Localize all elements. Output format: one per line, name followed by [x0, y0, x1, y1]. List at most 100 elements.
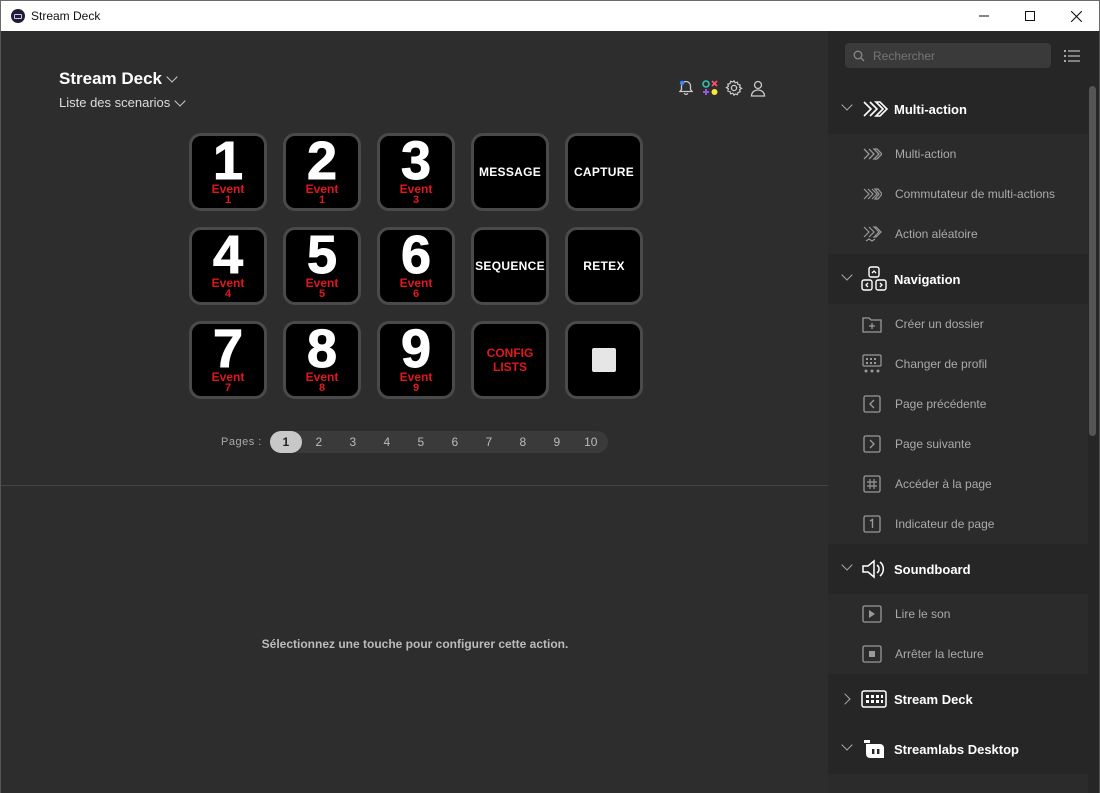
- action-next-page[interactable]: Page suivante: [828, 424, 1088, 464]
- category-label: Multi-action: [894, 101, 967, 117]
- key-sequence[interactable]: SEQUENCE: [471, 227, 549, 305]
- key-event-label: Event: [305, 369, 339, 384]
- page-button-7[interactable]: 7: [472, 431, 506, 453]
- key-5[interactable]: 5 Event 5: [283, 227, 361, 305]
- action-page-indicator[interactable]: Indicateur de page: [828, 504, 1088, 544]
- page-indicator-icon: [862, 514, 882, 534]
- list-view-button[interactable]: [1063, 47, 1081, 65]
- action-streamlabs-partial[interactable]: [828, 774, 1088, 793]
- key-1[interactable]: 1 Event 1: [189, 133, 267, 211]
- action-label: Commutateur de multi-actions: [895, 187, 1056, 201]
- key-capture[interactable]: CAPTURE: [565, 133, 643, 211]
- key-9[interactable]: 9 Event 9: [377, 321, 455, 399]
- action-label: Lire le son: [895, 607, 951, 621]
- profile-grid-icon: [862, 354, 882, 374]
- account-button[interactable]: [749, 79, 767, 97]
- key-7[interactable]: 7 Event 7: [189, 321, 267, 399]
- actions-sidebar: Multi-action Multi-action Commutateur de…: [828, 31, 1100, 793]
- action-switch-profile[interactable]: Changer de profil: [828, 344, 1088, 384]
- page-button-6[interactable]: 6: [438, 431, 472, 453]
- search-box[interactable]: [845, 43, 1051, 68]
- key-event-number: 9: [412, 381, 420, 394]
- key-2[interactable]: 2 Event 1: [283, 133, 361, 211]
- key-4[interactable]: 4 Event 4: [189, 227, 267, 305]
- key-message[interactable]: MESSAGE: [471, 133, 549, 211]
- key-number: 1: [212, 133, 244, 191]
- key-event-label: Event: [399, 275, 433, 290]
- page-button-5[interactable]: 5: [404, 431, 438, 453]
- minimize-button[interactable]: [961, 1, 1007, 31]
- random-action-icon: [862, 224, 882, 244]
- marketplace-button[interactable]: [701, 79, 719, 97]
- category-label: Soundboard: [894, 561, 971, 577]
- key-3[interactable]: 3 Event 3: [377, 133, 455, 211]
- category-streamlabs-desktop[interactable]: Streamlabs Desktop: [828, 725, 1088, 773]
- profile-selector[interactable]: Liste des scenarios: [59, 94, 186, 110]
- page-button-9[interactable]: 9: [540, 431, 574, 453]
- key-number: 5: [306, 227, 338, 285]
- key-config-lists[interactable]: CONFIG LISTS: [471, 321, 549, 399]
- key-6[interactable]: 6 Event 6: [377, 227, 455, 305]
- next-page-icon: [862, 434, 882, 454]
- key-number: 8: [306, 321, 338, 379]
- action-go-to-page[interactable]: Accéder à la page: [828, 464, 1088, 504]
- device-selector[interactable]: Stream Deck: [59, 69, 178, 89]
- key-event-label: Event: [305, 275, 339, 290]
- stop-playback-icon: [862, 644, 882, 664]
- action-play-sound[interactable]: Lire le son: [828, 594, 1088, 634]
- page-selector: Pages : 1 2 3 4 5 6 7 8 9 10: [221, 431, 608, 453]
- action-multi-action[interactable]: Multi-action: [828, 134, 1088, 174]
- window-title: Stream Deck: [31, 9, 101, 23]
- maximize-button[interactable]: [1007, 1, 1053, 31]
- settings-button[interactable]: [725, 79, 743, 97]
- window-controls: [961, 1, 1099, 31]
- key-number: 9: [400, 321, 432, 379]
- chevron-down-icon: [841, 99, 853, 111]
- property-inspector-message: Sélectionnez une touche pour configurer …: [261, 637, 569, 651]
- category-navigation[interactable]: Navigation: [828, 255, 1088, 303]
- category-soundboard[interactable]: Soundboard: [828, 545, 1088, 593]
- action-multi-action-switch[interactable]: Commutateur de multi-actions: [828, 174, 1088, 214]
- bell-icon: [678, 80, 694, 96]
- page-button-8[interactable]: 8: [506, 431, 540, 453]
- key-label-line-1: CONFIG: [486, 346, 534, 360]
- minimize-icon: [979, 15, 989, 17]
- category-multi-action[interactable]: Multi-action: [828, 85, 1088, 133]
- key-event-label: Event: [211, 275, 245, 290]
- key-number: 3: [400, 133, 432, 191]
- streamlabs-icon: [860, 736, 888, 762]
- key-event-number: 6: [412, 287, 420, 300]
- key-event-label: Event: [211, 369, 245, 384]
- key-retex[interactable]: RETEX: [565, 227, 643, 305]
- multi-action-icon: [862, 144, 882, 164]
- category-stream-deck[interactable]: Stream Deck: [828, 675, 1088, 723]
- notifications-button[interactable]: [677, 79, 695, 97]
- page-button-3[interactable]: 3: [336, 431, 370, 453]
- canvas-area: Stream Deck Liste des scenarios 1 Event …: [1, 31, 829, 486]
- close-button[interactable]: [1053, 1, 1099, 31]
- chevron-down-icon: [841, 269, 853, 281]
- key-number: 4: [212, 227, 244, 285]
- device-name: Stream Deck: [59, 69, 163, 88]
- page-button-1[interactable]: 1: [269, 431, 302, 453]
- page-button-10[interactable]: 10: [574, 431, 608, 453]
- category-label: Stream Deck: [894, 691, 973, 707]
- stream-deck-app-icon: [11, 9, 25, 23]
- action-previous-page[interactable]: Page précédente: [828, 384, 1088, 424]
- search-input[interactable]: [873, 48, 1043, 63]
- page-button-4[interactable]: 4: [370, 431, 404, 453]
- key-grid: 1 Event 1 2 Event 1 3 Event 3 MESSAGE CA…: [189, 133, 643, 399]
- key-event-number: 4: [224, 287, 232, 300]
- key-stop[interactable]: [565, 321, 643, 399]
- page-button-2[interactable]: 2: [302, 431, 336, 453]
- category-label: Streamlabs Desktop: [894, 741, 1019, 757]
- action-label: Créer un dossier: [895, 317, 984, 331]
- sidebar-scrollbar[interactable]: [1089, 86, 1096, 436]
- key-event-number: 7: [224, 381, 232, 394]
- action-create-folder[interactable]: Créer un dossier: [828, 304, 1088, 344]
- search-icon: [853, 50, 865, 61]
- action-stop-playback[interactable]: Arrêter la lecture: [828, 634, 1088, 674]
- key-8[interactable]: 8 Event 8: [283, 321, 361, 399]
- action-random[interactable]: Action aléatoire: [828, 214, 1088, 254]
- previous-page-icon: [862, 394, 882, 414]
